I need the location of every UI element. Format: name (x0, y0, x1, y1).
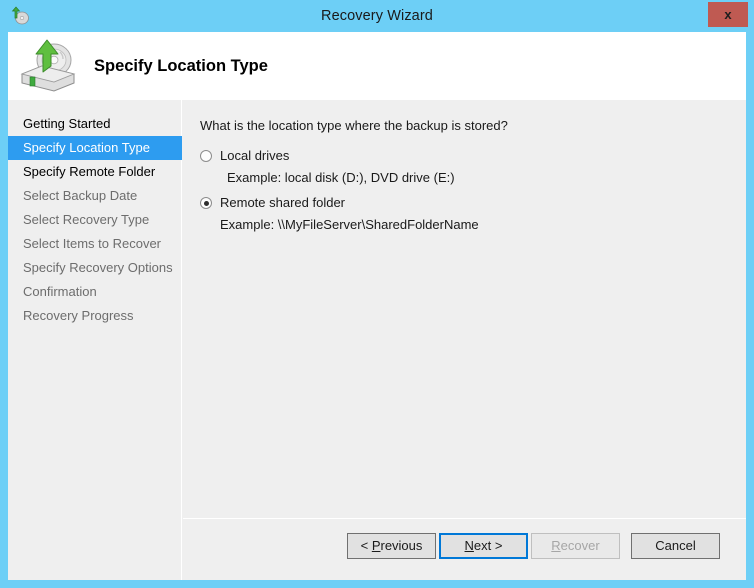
option-local-drives[interactable]: Local drives (200, 148, 289, 163)
next-accel: N (465, 538, 474, 553)
close-icon[interactable]: x (708, 2, 748, 27)
recovery-wizard-window: Recovery Wizard x Specify Location Type (0, 0, 754, 588)
wizard-main-panel: What is the location type where the back… (183, 100, 746, 580)
sidebar-item-confirmation[interactable]: Confirmation (8, 280, 182, 304)
sidebar-item-specify-location-type[interactable]: Specify Location Type (8, 136, 182, 160)
sidebar-item-recovery-progress[interactable]: Recovery Progress (8, 304, 182, 328)
radio-local-drives[interactable] (200, 150, 212, 162)
sidebar-item-specify-remote-folder[interactable]: Specify Remote Folder (8, 160, 182, 184)
wizard-header: Specify Location Type (8, 32, 746, 100)
question-label: What is the location type where the back… (200, 118, 508, 133)
recovery-drive-icon (16, 36, 80, 96)
recover-accel: R (551, 538, 560, 553)
wizard-button-bar: < Previous Next > Recover Cancel (183, 519, 746, 580)
window-left-border (0, 32, 8, 588)
sidebar-item-select-backup-date[interactable]: Select Backup Date (8, 184, 182, 208)
cancel-button[interactable]: Cancel (631, 533, 720, 559)
sidebar-item-specify-recovery-options[interactable]: Specify Recovery Options (8, 256, 182, 280)
window-right-border (746, 32, 754, 588)
window-title: Recovery Wizard (0, 0, 754, 32)
option-local-drives-label: Local drives (220, 148, 289, 163)
sidebar-item-select-recovery-type[interactable]: Select Recovery Type (8, 208, 182, 232)
title-bar: Recovery Wizard x (0, 0, 754, 32)
sidebar-item-getting-started[interactable]: Getting Started (8, 112, 182, 136)
window-bottom-border (0, 580, 754, 588)
recover-rest: ecover (561, 538, 600, 553)
option-local-drives-example: Example: local disk (D:), DVD drive (E:) (227, 170, 455, 185)
option-remote-shared-folder-example: Example: \\MyFileServer\SharedFolderName (220, 217, 479, 232)
previous-button[interactable]: < Previous (347, 533, 436, 559)
sidebar-item-select-items-to-recover[interactable]: Select Items to Recover (8, 232, 182, 256)
previous-prefix: < (361, 538, 372, 553)
wizard-steps-sidebar: Getting Started Specify Location Type Sp… (8, 100, 182, 580)
option-remote-shared-folder[interactable]: Remote shared folder (200, 195, 345, 210)
next-rest: ext > (474, 538, 503, 553)
wizard-body: Getting Started Specify Location Type Sp… (8, 100, 746, 580)
next-button[interactable]: Next > (439, 533, 528, 559)
page-title: Specify Location Type (94, 32, 268, 100)
previous-rest: revious (380, 538, 422, 553)
option-remote-shared-folder-label: Remote shared folder (220, 195, 345, 210)
radio-remote-shared-folder[interactable] (200, 197, 212, 209)
recover-button: Recover (531, 533, 620, 559)
